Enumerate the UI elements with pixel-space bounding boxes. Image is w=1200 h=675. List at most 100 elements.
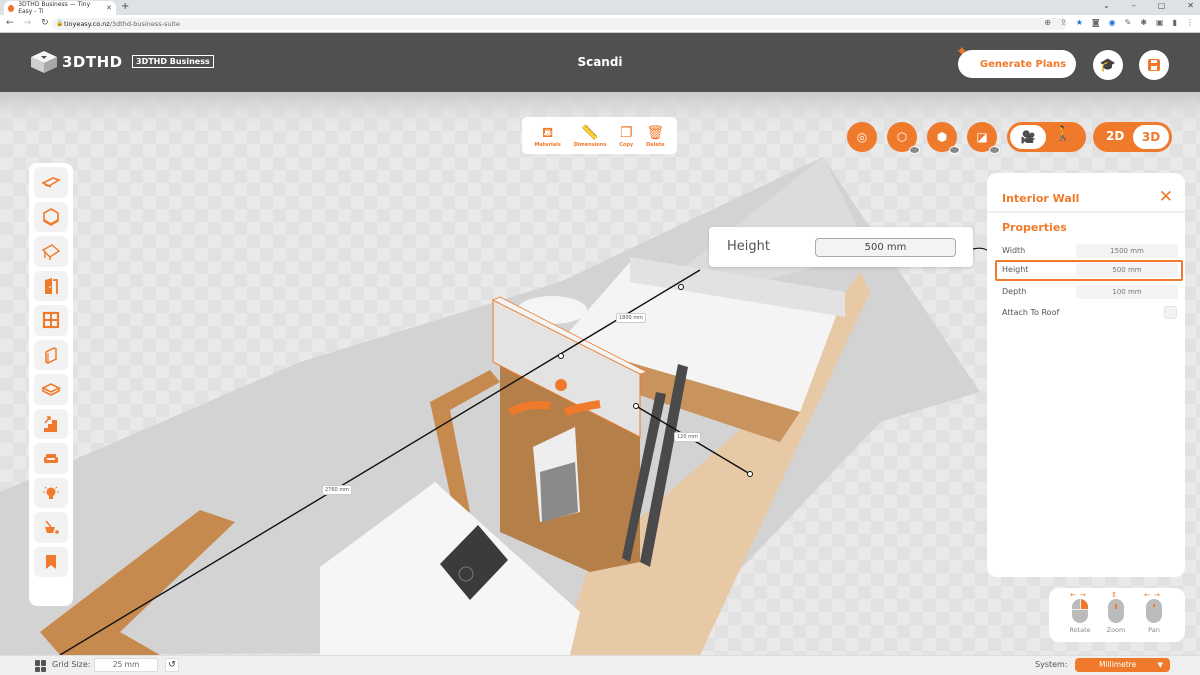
sidebar-item-floors[interactable] bbox=[34, 374, 68, 405]
puzzle-icon[interactable]: ✱ bbox=[1140, 18, 1147, 27]
generate-plans-button[interactable]: ✦ Generate Plans bbox=[956, 44, 1076, 78]
copy-label: Copy bbox=[619, 141, 634, 148]
sidebar-item-windows[interactable] bbox=[34, 305, 68, 336]
2d-button[interactable]: 2D bbox=[1106, 129, 1124, 143]
depth-input[interactable]: 100 mm bbox=[1076, 285, 1178, 299]
rotate-hint: ←→ Rotate bbox=[1065, 591, 1095, 634]
chevron-down-icon: ▼ bbox=[1157, 661, 1163, 669]
eyedropper-icon[interactable]: ✎ bbox=[1125, 18, 1132, 27]
browser-toolbar-icons: ⊕ ⇪ ★ ◙ ◉ ✎ ✱ ▣ ▮ ⋮ bbox=[1044, 18, 1194, 27]
browser-tab[interactable]: 3DTHD Business — Tiny Easy - Ti ✕ bbox=[4, 1, 116, 15]
popover-height-label: Height bbox=[727, 239, 770, 254]
dimension-label: 1800 mm bbox=[616, 313, 647, 323]
pan-label: Pan bbox=[1148, 626, 1160, 634]
close-icon[interactable]: ✕ bbox=[1159, 187, 1173, 207]
depth-label: Depth bbox=[1002, 287, 1027, 296]
height-input[interactable]: 500 mm bbox=[1076, 263, 1178, 277]
width-row: Width 1500 mm bbox=[995, 241, 1183, 262]
dimension-node[interactable] bbox=[633, 403, 639, 409]
pan-hint: ←→ Pan bbox=[1139, 591, 1169, 634]
close-window-button[interactable]: ✕ bbox=[1187, 1, 1194, 10]
rotate-label: Rotate bbox=[1069, 626, 1091, 634]
tab-search-button[interactable]: ⌄ bbox=[1103, 1, 1110, 10]
share-icon[interactable]: ⇪ bbox=[1060, 18, 1067, 27]
unit-system-select[interactable]: Millimetre ▼ bbox=[1075, 658, 1170, 672]
delete-label: Delete bbox=[646, 141, 665, 148]
toggle-roof-visibility-button[interactable]: ◪ bbox=[967, 122, 1000, 154]
zoom-icon[interactable]: ⊕ bbox=[1044, 18, 1051, 27]
walk-mode-button[interactable]: 🚶 bbox=[1054, 126, 1071, 142]
width-label: Width bbox=[1002, 246, 1026, 255]
tape-measure-icon: ◎ bbox=[856, 130, 868, 144]
sidebar-item-floor-plan[interactable] bbox=[34, 167, 68, 198]
delete-button[interactable]: 🗑 Delete bbox=[646, 124, 664, 148]
forward-icon[interactable]: → bbox=[24, 18, 32, 28]
materials-button[interactable]: ⛾ Materials bbox=[534, 124, 560, 148]
attach-to-roof-checkbox[interactable] bbox=[1164, 306, 1177, 319]
roof-eye-icon: ◪ bbox=[976, 130, 988, 144]
panel-divider bbox=[987, 211, 1185, 213]
bookmark-star-icon[interactable]: ★ bbox=[1076, 18, 1083, 27]
tab-close-icon[interactable]: ✕ bbox=[106, 4, 112, 12]
object-context-toolbar: ⛾ Materials 📏 Dimensions ❐ Copy 🗑 Delete bbox=[522, 117, 677, 154]
lightbulb-icon bbox=[43, 486, 59, 499]
horizontal-arrows-icon: ←→ bbox=[1070, 591, 1090, 599]
tools-sidebar bbox=[29, 163, 73, 606]
dimension-node[interactable] bbox=[678, 284, 684, 290]
move-handle[interactable] bbox=[555, 379, 567, 391]
url-path: /3dthd-business-suite bbox=[109, 20, 180, 28]
dimension-node[interactable] bbox=[747, 471, 753, 477]
sidebar-item-lighting[interactable] bbox=[34, 477, 68, 508]
orbit-camera-button[interactable]: 🎥 bbox=[1010, 125, 1046, 149]
favicon-icon bbox=[8, 4, 15, 12]
section-heading: Properties bbox=[1002, 221, 1067, 234]
tutorials-button[interactable]: 🎓 bbox=[1093, 50, 1123, 80]
toggle-walls-visibility-button[interactable]: ⬡ bbox=[887, 122, 920, 154]
new-tab-button[interactable]: + bbox=[121, 1, 129, 12]
url-input[interactable]: 🔒 tinyeasy.co.nz/3dthd-business-suite bbox=[52, 18, 1067, 30]
app-header: 3DTHD 3DTHD Business Scandi ✦ Generate P… bbox=[0, 33, 1200, 92]
trash-icon: 🗑 bbox=[646, 124, 665, 141]
menu-icon[interactable]: ⋮ bbox=[1186, 18, 1194, 27]
profile-icon[interactable]: ▮ bbox=[1173, 18, 1177, 27]
sidebar-item-doors[interactable] bbox=[34, 270, 68, 301]
wall-panel-icon bbox=[45, 346, 57, 364]
height-row: Height 500 mm bbox=[995, 260, 1183, 281]
dimensions-button[interactable]: 📏 Dimensions bbox=[574, 124, 607, 148]
grid-size-input[interactable]: 25 mm bbox=[94, 658, 158, 672]
tape-measure-button[interactable]: ◎ bbox=[847, 122, 877, 152]
window-controls: ⌄ – ▢ ✕ bbox=[1103, 1, 1194, 10]
paint-bucket-icon: ⛾ bbox=[541, 124, 554, 141]
sidebar-item-walls[interactable] bbox=[34, 339, 68, 370]
floor-eye-icon: ⬢ bbox=[936, 130, 948, 144]
maximize-button[interactable]: ▢ bbox=[1158, 1, 1166, 10]
extension-icon[interactable]: ◉ bbox=[1109, 18, 1116, 27]
door-icon bbox=[45, 277, 58, 294]
camera-icon[interactable]: ◙ bbox=[1092, 18, 1100, 27]
sidepanel-icon[interactable]: ▣ bbox=[1156, 18, 1164, 27]
sidebar-item-furniture[interactable] bbox=[34, 443, 68, 474]
sidebar-item-roof[interactable] bbox=[34, 236, 68, 267]
sidebar-item-materials[interactable] bbox=[34, 512, 68, 543]
dimension-node[interactable] bbox=[558, 353, 564, 359]
save-button[interactable] bbox=[1139, 50, 1169, 80]
sidebar-item-stairs[interactable] bbox=[34, 408, 68, 439]
sidebar-item-room[interactable] bbox=[34, 201, 68, 232]
reload-icon[interactable]: ↻ bbox=[41, 18, 49, 28]
paint-bucket-icon bbox=[45, 520, 59, 535]
back-icon[interactable]: ← bbox=[6, 18, 14, 28]
materials-label: Materials bbox=[534, 141, 561, 148]
copy-button[interactable]: ❐ Copy bbox=[619, 124, 633, 148]
sidebar-item-bookmarks[interactable] bbox=[34, 546, 68, 577]
minimize-button[interactable]: – bbox=[1132, 1, 1136, 10]
address-bar-row: ← → ↻ 🔒 tinyeasy.co.nz/3dthd-business-su… bbox=[0, 15, 1200, 33]
toggle-floor-visibility-button[interactable]: ⬢ bbox=[927, 122, 960, 154]
copy-icon: ❐ bbox=[619, 124, 633, 141]
popover-height-input[interactable]: 500 mm bbox=[815, 238, 956, 257]
zoom-label: Zoom bbox=[1106, 626, 1126, 634]
panel-title: Interior Wall bbox=[1002, 192, 1080, 205]
3d-button[interactable]: 3D bbox=[1133, 125, 1169, 149]
width-input[interactable]: 1500 mm bbox=[1076, 244, 1178, 258]
reset-grid-button[interactable]: ↺ bbox=[165, 658, 179, 672]
graduation-cap-icon: 🎓 bbox=[1099, 57, 1117, 73]
